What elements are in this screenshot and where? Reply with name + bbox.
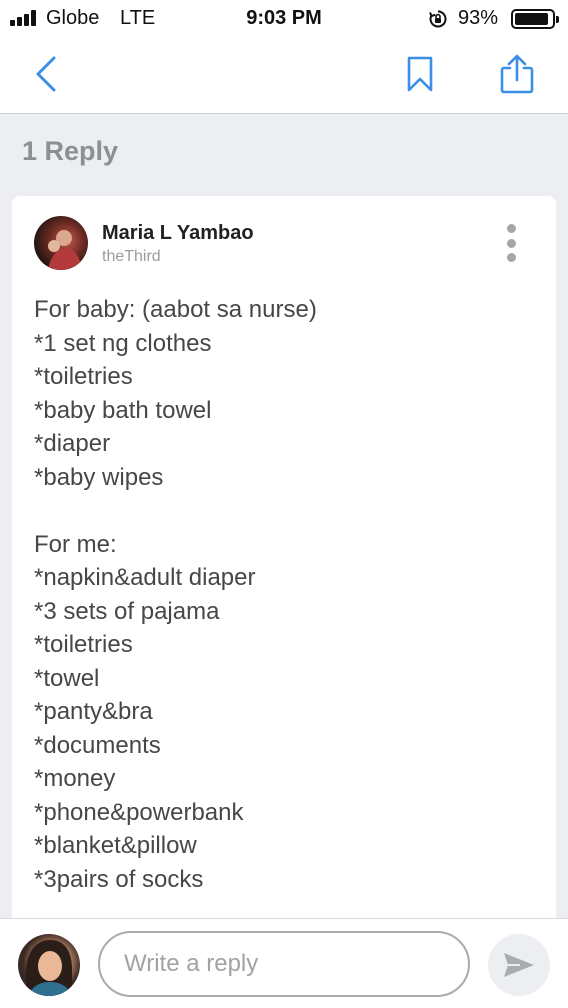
bookmark-button[interactable]	[398, 52, 442, 96]
reply-body-line: *panty&bra	[34, 698, 153, 725]
reply-body-line: *napkin&adult diaper	[34, 564, 256, 591]
current-user-avatar-image	[26, 940, 72, 996]
reply-count: 1 Reply	[22, 136, 119, 166]
author-avatar[interactable]	[34, 216, 88, 270]
reply-body-line: For me:	[34, 530, 117, 558]
more-vertical-icon	[506, 224, 516, 233]
share-button[interactable]	[495, 52, 539, 96]
author-name[interactable]: Maria L Yambao	[102, 222, 254, 245]
bookmark-icon	[407, 56, 433, 92]
reply-body-line	[34, 494, 534, 528]
back-chevron-icon	[36, 56, 56, 92]
reply-body: For baby: (aabot sa nurse) *1 set ng clot…	[34, 293, 534, 896]
reply-card: Maria L Yambao theThird For baby: (aabot…	[12, 196, 556, 936]
reply-body-line: *toiletries	[34, 631, 133, 658]
reply-input[interactable]	[98, 931, 470, 997]
reply-body-line: *3pairs of socks	[34, 865, 204, 893]
reply-body-line: *documents	[34, 731, 161, 759]
current-user-avatar	[18, 934, 80, 996]
reply-body-line: *1 set ng clothes	[34, 329, 212, 357]
reply-body-line: *baby bath towel	[34, 396, 212, 424]
reply-body-line: *blanket&pillow	[34, 832, 197, 859]
author-handle: theThird	[102, 248, 161, 265]
reply-body-line: *baby wipes	[34, 463, 164, 491]
send-icon	[504, 953, 534, 977]
reply-body-line: For baby: (aabot sa nurse)	[34, 296, 317, 323]
author-avatar-image	[48, 230, 82, 270]
send-button[interactable]	[488, 934, 550, 996]
reply-body-line: *3 sets of pajama	[34, 597, 220, 625]
rotation-lock-icon	[429, 10, 447, 28]
reply-composer	[0, 918, 568, 1008]
reply-body-line: *toiletries	[34, 363, 133, 390]
nav-bar	[0, 38, 568, 114]
battery-percent: 93%	[458, 7, 499, 29]
battery-icon	[511, 9, 559, 29]
back-button[interactable]	[24, 52, 68, 96]
reply-body-line: *diaper	[34, 430, 111, 457]
reply-body-line: *towel	[34, 664, 100, 692]
reply-body-line: *money	[34, 765, 116, 792]
reply-body-line: *phone&powerbank	[34, 798, 244, 826]
status-bar: Globe LTE 9:03 PM 93%	[0, 0, 568, 38]
share-icon	[500, 54, 534, 94]
more-options-button[interactable]	[498, 220, 524, 266]
